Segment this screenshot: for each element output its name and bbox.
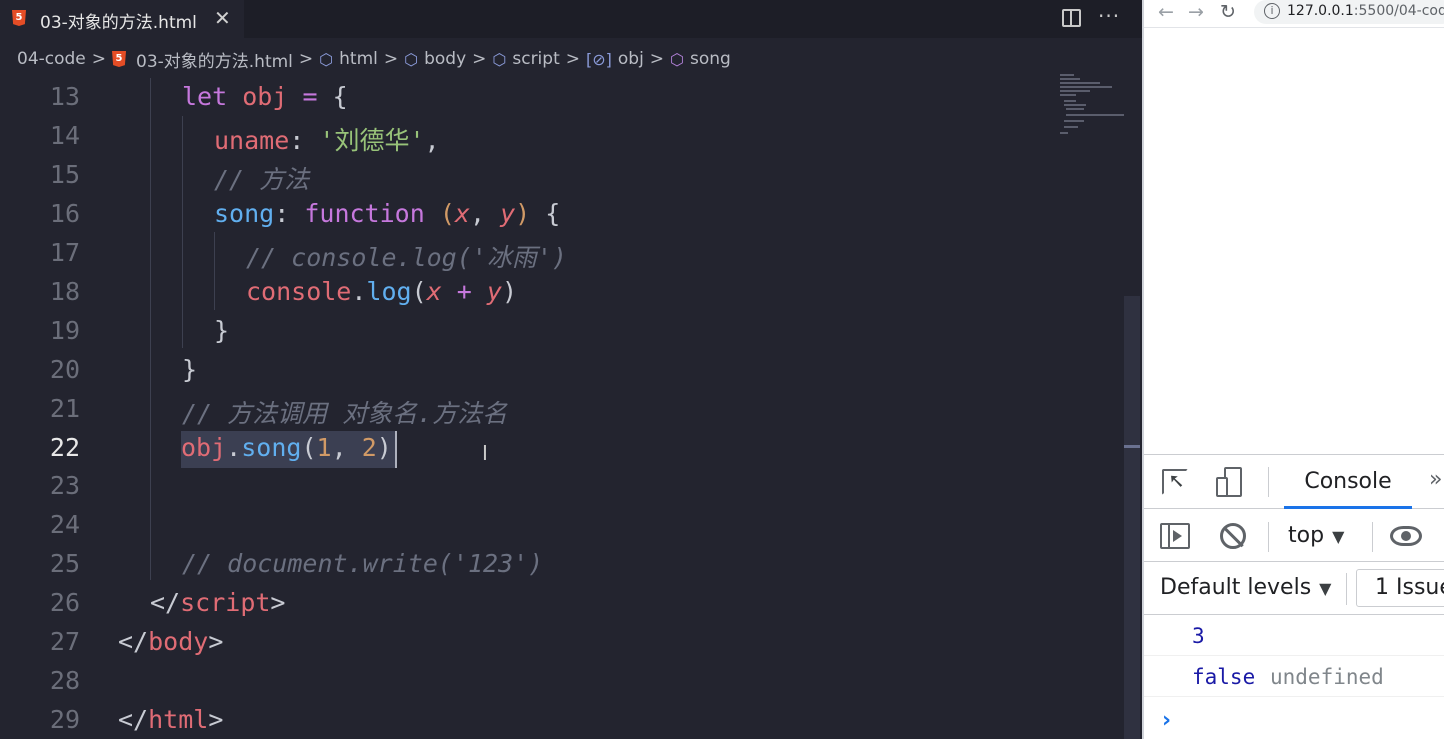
- active-tab-indicator: [1284, 506, 1412, 509]
- editor-tab-active[interactable]: 5 03-对象的方法.html ✕: [0, 0, 244, 38]
- text-cursor-icon: I: [482, 441, 488, 465]
- divider: [1268, 522, 1269, 552]
- selected-code-line[interactable]: obj.song(1, 2): [181, 431, 397, 468]
- chevron-right-icon: >: [565, 49, 580, 69]
- clear-console-icon[interactable]: [1220, 523, 1246, 549]
- console-toolbar: top ▼: [1144, 510, 1444, 562]
- code-line: </html>: [118, 705, 224, 734]
- divider: [1268, 467, 1269, 497]
- caret-down-icon: ▼: [1319, 579, 1332, 598]
- breadcrumb-item-script[interactable]: ⬡ script: [492, 49, 559, 69]
- screen: 5 03-对象的方法.html ✕ ··· 04-code > 5 03-对象的方…: [0, 0, 1444, 739]
- log-levels-dropdown[interactable]: Default levels ▼: [1160, 575, 1331, 600]
- reload-icon[interactable]: ↻: [1220, 1, 1236, 23]
- code-comment: // 方法调用 对象名.方法名: [182, 399, 508, 428]
- code-line: uname: '刘德华',: [214, 126, 440, 155]
- cube-icon: ⬡: [404, 49, 419, 69]
- editor-tabbar: 5 03-对象的方法.html ✕ ···: [0, 0, 1142, 38]
- console-message: 3: [1144, 616, 1444, 656]
- cube-icon: ⬡: [319, 49, 334, 69]
- tab-title: 03-对象的方法.html: [40, 13, 197, 33]
- divider: [1346, 573, 1347, 605]
- code-line: console.log(x + y): [246, 277, 518, 306]
- breadcrumb-item-song[interactable]: ⬡ song: [670, 49, 731, 69]
- cube-icon: ⬡: [492, 49, 507, 69]
- show-sidebar-icon[interactable]: [1160, 523, 1190, 549]
- chevron-right-icon: >: [383, 49, 399, 69]
- scrollbar-cursor-marker: [1124, 445, 1140, 448]
- issues-button[interactable]: 1 Issue: [1356, 569, 1444, 607]
- code-line: </body>: [118, 627, 224, 656]
- chevron-right-icon: >: [472, 49, 487, 69]
- tab-console[interactable]: Console: [1284, 469, 1412, 494]
- address-bar: ← → ↻ i 127.0.0.1:5500/04-code/: [1144, 0, 1444, 28]
- back-icon[interactable]: ←: [1158, 1, 1174, 23]
- minimap[interactable]: [1058, 72, 1124, 142]
- more-actions-icon[interactable]: ···: [1098, 4, 1120, 28]
- console-prompt-icon[interactable]: ›: [1162, 708, 1171, 733]
- code-editor: 5 03-对象的方法.html ✕ ··· 04-code > 5 03-对象的方…: [0, 0, 1142, 739]
- html5-icon: 5: [112, 51, 127, 67]
- forward-icon[interactable]: →: [1188, 1, 1204, 23]
- breadcrumb-item-obj[interactable]: [⊘] obj: [586, 49, 644, 69]
- devtools-panel: Console » top▼ Default levels▼ 1 Issue 3: [1144, 454, 1444, 739]
- vertical-scrollbar[interactable]: [1124, 296, 1140, 739]
- inspect-element-icon[interactable]: [1162, 469, 1188, 495]
- method-icon: ⬡: [670, 49, 685, 69]
- code-comment: // document.write('123'): [182, 549, 544, 578]
- breadcrumb-item-body[interactable]: ⬡ body: [404, 49, 466, 69]
- breadcrumb: 04-code > 5 03-对象的方法.html > ⬡ html > ⬡ body…: [0, 40, 1142, 78]
- chevron-right-icon: >: [91, 49, 107, 69]
- devtools-tabbar: Console »: [1144, 455, 1444, 509]
- divider: [1372, 522, 1373, 552]
- code-comment: // 方法: [214, 165, 310, 194]
- code-line: }: [214, 316, 230, 345]
- code-line: }: [182, 355, 198, 384]
- context-selector[interactable]: top ▼: [1288, 523, 1344, 548]
- breadcrumb-item-folder[interactable]: 04-code: [17, 49, 86, 69]
- code-line: song: function (x, y) {: [214, 199, 561, 228]
- log-value: false: [1192, 665, 1256, 689]
- chevron-right-icon: >: [298, 49, 314, 69]
- breadcrumb-item-file[interactable]: 5 03-对象的方法.html: [112, 47, 293, 72]
- code-comment: // console.log('冰雨'): [246, 243, 567, 272]
- more-tabs-icon[interactable]: »: [1429, 467, 1442, 492]
- live-expression-eye-icon[interactable]: [1390, 526, 1422, 546]
- split-editor-icon[interactable]: [1062, 9, 1081, 27]
- console-message: false undefined: [1144, 657, 1444, 697]
- chevron-right-icon: >: [649, 49, 665, 69]
- url-text[interactable]: 127.0.0.1:5500/04-code/: [1287, 3, 1444, 19]
- variable-icon: [⊘]: [585, 49, 612, 69]
- info-icon[interactable]: i: [1264, 3, 1280, 19]
- log-value: 3: [1192, 624, 1205, 648]
- code-area[interactable]: let obj = { uname: '刘德华', // 方法 song: fu…: [0, 78, 1060, 739]
- device-toolbar-icon[interactable]: [1216, 467, 1244, 497]
- close-icon[interactable]: ✕: [214, 6, 231, 30]
- code-line: </script>: [150, 588, 286, 617]
- html5-icon: 5: [12, 10, 26, 26]
- caret-down-icon: ▼: [1332, 527, 1345, 546]
- log-value-extra: undefined: [1270, 665, 1384, 689]
- breadcrumb-item-html[interactable]: ⬡ html: [319, 49, 378, 69]
- console-filterbar: Default levels▼ 1 Issue: [1144, 563, 1444, 615]
- code-line: let obj = {: [182, 82, 348, 111]
- browser-window: ← → ↻ i 127.0.0.1:5500/04-code/ Console …: [1142, 0, 1444, 739]
